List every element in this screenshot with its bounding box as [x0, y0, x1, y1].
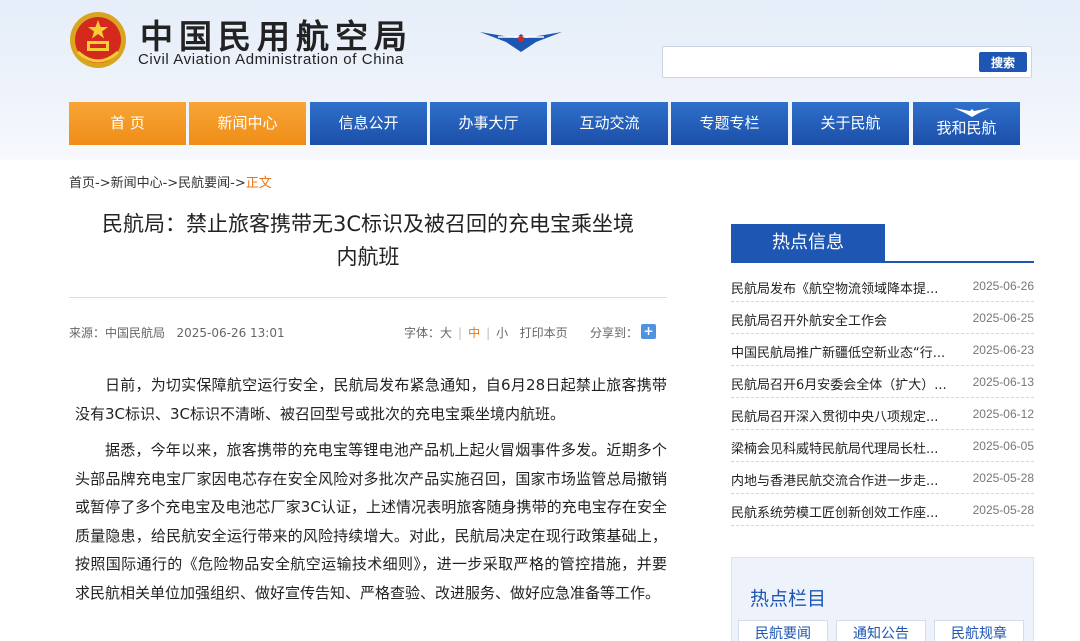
nav-item-me-and-caac[interactable]: 我和民航	[913, 102, 1020, 145]
list-item[interactable]: 梁楠会见科威特民航局代理局长杜... 2025-06-05	[731, 430, 1034, 462]
breadcrumb: 首页->新闻中心->民航要闻->正文	[69, 172, 272, 191]
hot-info-divider	[731, 261, 1034, 263]
share-plus-icon[interactable]: +	[641, 324, 656, 339]
tab-civil-aviation-news[interactable]: 民航要闻	[738, 620, 828, 641]
nav-item-news[interactable]: 新闻中心	[189, 102, 306, 145]
article-paragraph: 日前，为切实保障航空运行安全，民航局发布紧急通知，自6月28日起禁止旅客携带没有…	[75, 376, 667, 423]
hot-item-title[interactable]: 民航局召开深入贯彻中央八项规定...	[731, 406, 956, 425]
nav-item-topics[interactable]: 专题专栏	[671, 102, 788, 145]
font-size-label: 字体：	[404, 326, 441, 340]
hot-item-date: 2025-06-05	[972, 439, 1034, 453]
print-button[interactable]: 打印本页	[520, 326, 568, 340]
separator: |	[486, 326, 491, 340]
hot-item-date: 2025-06-13	[972, 375, 1034, 389]
font-size-controls: 字体：大 | 中 | 小 打印本页	[404, 324, 568, 341]
article-paragraph: 据悉，今年以来，旅客携带的充电宝等锂电池产品机上起火冒烟事件多发。近期多个头部品…	[75, 441, 667, 602]
tab-regulations[interactable]: 民航规章	[934, 620, 1024, 641]
article-title: 民航局：禁止旅客携带无3C标识及被召回的充电宝乘坐境 内航班	[69, 208, 667, 274]
hot-item-title[interactable]: 民航局召开外航安全工作会	[731, 310, 956, 329]
nav-item-service[interactable]: 办事大厅	[430, 102, 547, 145]
nav-item-home[interactable]: 首 页	[69, 102, 186, 145]
wings-icon	[954, 108, 990, 117]
tab-notices[interactable]: 通知公告	[836, 620, 926, 641]
separator: |	[458, 326, 463, 340]
article-datetime: 2025-06-26 13:01	[176, 326, 285, 340]
caac-wings-logo-icon	[480, 32, 562, 52]
national-emblem-icon	[70, 12, 126, 68]
hot-item-date: 2025-06-12	[972, 407, 1034, 421]
title-divider	[69, 297, 667, 298]
font-small-button[interactable]: 小	[496, 326, 508, 340]
article-body: 日前，为切实保障航空运行安全，民航局发布紧急通知，自6月28日起禁止旅客携带没有…	[75, 371, 667, 615]
search-button[interactable]: 搜索	[979, 52, 1027, 72]
hot-item-title[interactable]: 梁楠会见科威特民航局代理局长杜...	[731, 438, 956, 457]
hot-info-title: 热点信息	[731, 224, 885, 261]
site-title-en: Civil Aviation Administration of China	[138, 51, 404, 68]
hot-item-date: 2025-05-28	[972, 471, 1034, 485]
list-item[interactable]: 民航系统劳模工匠创新创效工作座... 2025-05-28	[731, 494, 1034, 526]
breadcrumb-path[interactable]: 首页->新闻中心->民航要闻->	[69, 176, 246, 191]
share-label: 分享到：	[590, 326, 639, 340]
list-item[interactable]: 中国民航局推广新疆低空新业态“行... 2025-06-23	[731, 334, 1034, 366]
search-input[interactable]	[667, 51, 967, 73]
list-item[interactable]: 民航局召开6月安委会全体（扩大）... 2025-06-13	[731, 366, 1034, 398]
hot-columns-panel: 热点栏目 民航要闻 通知公告 民航规章	[731, 557, 1034, 641]
nav-item-label: 我和民航	[936, 119, 997, 137]
nav-item-info[interactable]: 信息公开	[310, 102, 427, 145]
nav-item-interaction[interactable]: 互动交流	[551, 102, 668, 145]
hot-item-title[interactable]: 内地与香港民航交流合作进一步走...	[731, 470, 956, 489]
hot-item-title[interactable]: 民航局发布《航空物流领域降本提...	[731, 278, 956, 297]
article-title-line-2: 内航班	[336, 245, 400, 269]
search-box: 搜索	[662, 46, 1032, 78]
list-item[interactable]: 民航局发布《航空物流领域降本提... 2025-06-26	[731, 270, 1034, 302]
list-item[interactable]: 内地与香港民航交流合作进一步走... 2025-05-28	[731, 462, 1034, 494]
hot-info-list: 民航局发布《航空物流领域降本提... 2025-06-26 民航局召开外航安全工作…	[731, 270, 1034, 526]
hot-item-date: 2025-06-26	[972, 279, 1034, 293]
font-large-button[interactable]: 大	[440, 326, 452, 340]
hot-item-date: 2025-06-23	[972, 343, 1034, 357]
font-medium-button[interactable]: 中	[468, 326, 480, 340]
list-item[interactable]: 民航局召开深入贯彻中央八项规定... 2025-06-12	[731, 398, 1034, 430]
hot-item-date: 2025-05-28	[972, 503, 1034, 517]
hot-item-title[interactable]: 中国民航局推广新疆低空新业态“行...	[731, 342, 956, 361]
hot-item-title[interactable]: 民航系统劳模工匠创新创效工作座...	[731, 502, 956, 521]
article-meta: 来源：中国民航局 2025-06-26 13:01	[69, 324, 285, 341]
article-source: 来源：中国民航局	[69, 326, 166, 340]
hot-item-title[interactable]: 民航局召开6月安委会全体（扩大）...	[731, 374, 956, 393]
article-title-line-1: 民航局：禁止旅客携带无3C标识及被召回的充电宝乘坐境	[101, 212, 635, 236]
nav-item-about[interactable]: 关于民航	[792, 102, 909, 145]
breadcrumb-current: 正文	[245, 176, 272, 191]
hot-columns-title: 热点栏目	[750, 588, 827, 610]
list-item[interactable]: 民航局召开外航安全工作会 2025-06-25	[731, 302, 1034, 334]
hot-item-date: 2025-06-25	[972, 311, 1034, 325]
